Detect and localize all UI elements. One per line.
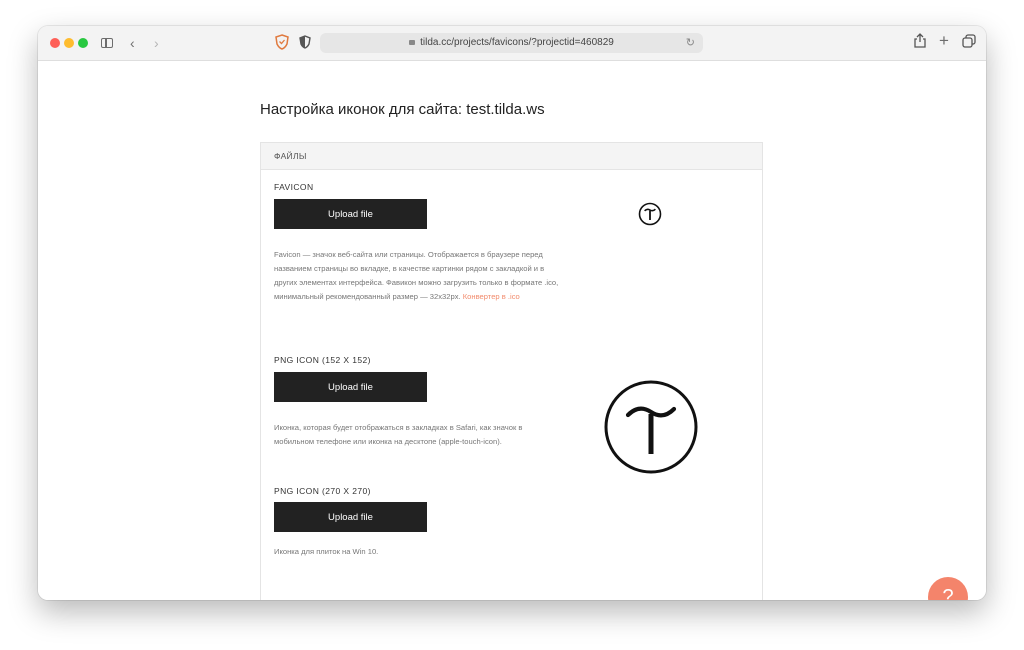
ico-converter-link[interactable]: Конвертер в .ico — [463, 292, 520, 301]
close-window-button[interactable] — [50, 38, 60, 48]
page-content: Настройка иконок для сайта: test.tilda.w… — [38, 61, 986, 600]
files-panel: ФАЙЛЫ FAVICON Upload file Favicon — знач… — [260, 142, 763, 600]
forward-icon[interactable]: › — [154, 34, 159, 52]
png-270-description: Иконка для плиток на Win 10. — [274, 547, 379, 556]
favicon-description: Favicon — значок веб-сайта или страницы.… — [274, 248, 559, 304]
reload-icon[interactable]: ↻ — [686, 33, 695, 53]
address-bar[interactable]: tilda.cc/projects/favicons/?projectid=46… — [320, 33, 703, 53]
favicon-upload-button[interactable]: Upload file — [274, 199, 427, 229]
shield-extension-icon[interactable] — [275, 34, 289, 54]
tab-overview-icon[interactable] — [962, 34, 976, 52]
png-152-label: PNG ICON (152 X 152) — [274, 355, 371, 365]
png-270-upload-button[interactable]: Upload file — [274, 502, 427, 532]
new-tab-icon[interactable]: + — [939, 32, 949, 50]
png-152-upload-button[interactable]: Upload file — [274, 372, 427, 402]
share-icon[interactable] — [914, 33, 926, 52]
minimize-window-button[interactable] — [64, 38, 74, 48]
png-270-label: PNG ICON (270 X 270) — [274, 486, 371, 496]
favicon-preview-icon — [638, 202, 662, 231]
url-text: tilda.cc/projects/favicons/?projectid=46… — [420, 37, 614, 48]
help-button[interactable]: ? — [928, 577, 968, 600]
png-152-description: Иконка, которая будет отображаться в зак… — [274, 423, 523, 446]
png-icon-preview — [603, 379, 699, 480]
sidebar-toggle-icon[interactable] — [101, 38, 113, 48]
back-icon[interactable]: ‹ — [130, 34, 135, 52]
browser-toolbar: ‹ › tilda.cc/projects/favicons/?projecti… — [38, 26, 986, 61]
zoom-window-button[interactable] — [78, 38, 88, 48]
favicon-label: FAVICON — [274, 182, 314, 192]
privacy-shield-icon[interactable] — [299, 35, 311, 53]
panel-header: ФАЙЛЫ — [261, 143, 762, 170]
page-title: Настройка иконок для сайта: test.tilda.w… — [260, 101, 545, 118]
browser-window: ‹ › tilda.cc/projects/favicons/?projecti… — [38, 26, 986, 600]
lock-icon — [409, 40, 416, 45]
